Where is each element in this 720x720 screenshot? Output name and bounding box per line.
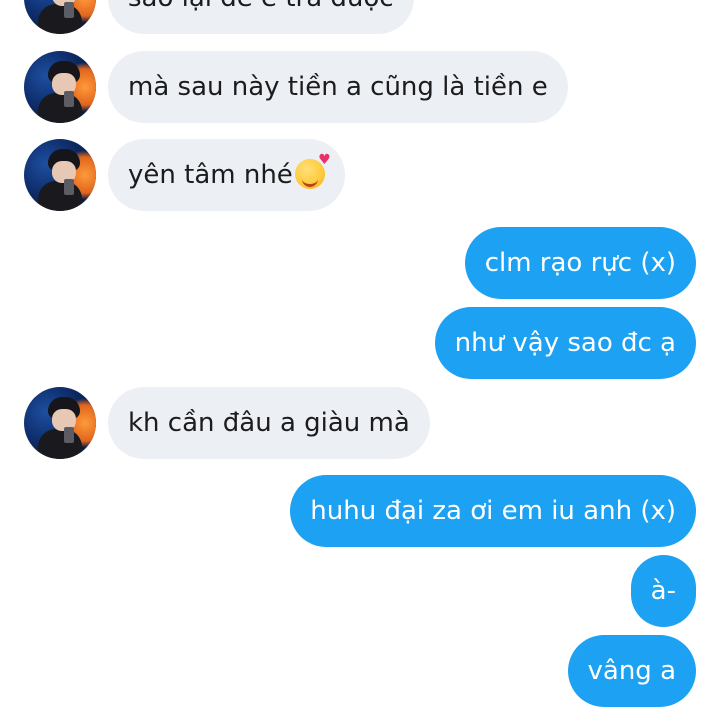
message-text: kh cần đâu a giàu mà [128,408,410,438]
smiling-face-with-hearts-icon [294,153,331,189]
incoming-message-bubble[interactable]: sao lại để e trả được [108,0,414,34]
message-text: như vậy sao đc ạ [454,328,676,358]
outgoing-message-bubble[interactable]: à- [630,555,696,627]
outgoing-message-bubble[interactable]: huhu đại za ơi em iu anh (x) [290,475,696,547]
chat-thread: sao lại để e trả được mà sau này tiền a … [0,0,720,720]
contact-avatar[interactable] [24,387,96,459]
outgoing-message-bubble[interactable]: vâng a [567,635,696,707]
message-text: vâng a [587,656,677,686]
message-text: huhu đại za ơi em iu anh (x) [310,496,676,526]
message-text: mà sau này tiền a cũng là tiền e [128,72,548,102]
message-text: sao lại để e trả được [128,0,394,13]
incoming-message-bubble[interactable]: yên tâm nhé [108,139,345,211]
message-text: à- [650,576,676,606]
message-text: clm rạo rực (x) [484,248,676,278]
outgoing-message-bubble[interactable]: như vậy sao đc ạ [434,307,696,379]
incoming-message-bubble[interactable]: kh cần đâu a giàu mà [108,387,430,459]
contact-avatar[interactable] [24,0,96,34]
incoming-message-bubble[interactable]: mà sau này tiền a cũng là tiền e [108,51,568,123]
message-text: yên tâm nhé [128,160,293,190]
outgoing-message-bubble[interactable]: clm rạo rực (x) [464,227,696,299]
contact-avatar[interactable] [24,51,96,123]
contact-avatar[interactable] [24,139,96,211]
